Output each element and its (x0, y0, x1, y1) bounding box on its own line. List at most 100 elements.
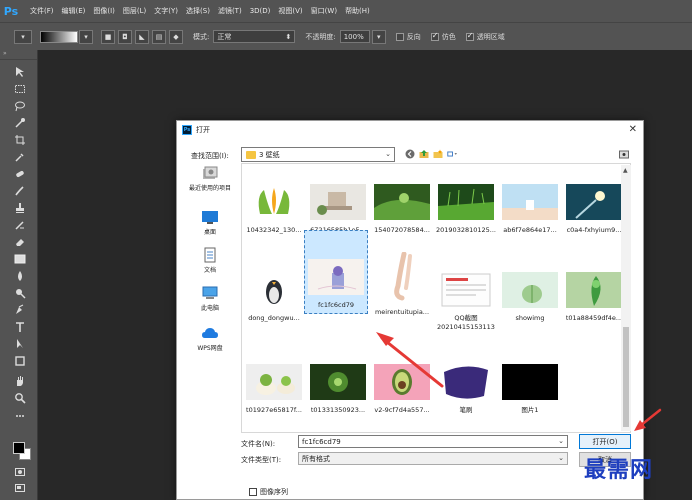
image-sequence-checkbox[interactable] (249, 488, 257, 496)
up-folder-icon[interactable] (419, 149, 429, 159)
filename-input[interactable]: fc1fc6cd79 ⌄ (298, 435, 568, 448)
menu-help[interactable]: 帮助(H) (345, 6, 370, 16)
mode-value: 正常 (217, 32, 232, 41)
dialog-title-bar[interactable]: Ps 打开 ✕ (177, 121, 643, 139)
move-tool-icon[interactable] (14, 66, 26, 78)
menu-filter[interactable]: 滤镜(T) (218, 6, 242, 16)
file-item[interactable]: dong_dongwu... (242, 272, 306, 323)
mode-select[interactable]: 正常 ⬍ (213, 30, 296, 43)
file-item[interactable]: 2019032810125... (434, 184, 498, 235)
view-menu-icon[interactable] (447, 149, 463, 159)
screen-mode-icon[interactable] (14, 482, 26, 494)
tools-collapse-icon[interactable]: » (0, 50, 37, 60)
pen-tool-icon[interactable] (14, 304, 26, 316)
image-sequence-option[interactable]: 图像序列 (249, 487, 288, 497)
reflected-gradient-icon[interactable]: ▤ (152, 29, 166, 44)
open-button[interactable]: 打开(O) (579, 434, 631, 449)
file-item[interactable]: showimg (498, 272, 562, 323)
menu-layer[interactable]: 图层(L) (123, 6, 146, 16)
file-item[interactable]: c0a4-fxhyium9... (562, 184, 626, 235)
blur-tool-icon[interactable] (14, 270, 26, 282)
more-tools-icon[interactable] (14, 410, 26, 422)
clone-stamp-tool-icon[interactable] (14, 202, 26, 214)
zoom-tool-icon[interactable] (14, 392, 26, 404)
file-item[interactable]: t01a88459df4e... (562, 272, 626, 323)
shape-tool-icon[interactable] (14, 355, 26, 367)
file-item-selected[interactable]: fc1fc6cd79 (304, 230, 368, 314)
history-brush-tool-icon[interactable] (14, 219, 26, 231)
file-item[interactable]: QQ截图 20210415153113 (434, 272, 498, 332)
place-label: 文档 (203, 267, 216, 274)
diamond-gradient-icon[interactable]: ◆ (169, 29, 183, 44)
crop-tool-icon[interactable] (14, 134, 26, 146)
menu-select[interactable]: 选择(S) (186, 6, 210, 16)
look-in-select[interactable]: 3 壁纸 ⌄ (241, 147, 395, 162)
place-this-pc[interactable]: 此电脑 (181, 285, 239, 312)
dither-checkbox[interactable] (430, 31, 439, 41)
filetype-select[interactable]: 所有格式 ⌄ (298, 452, 568, 465)
place-label: 桌面 (203, 229, 216, 236)
scroll-up-icon[interactable]: ▲ (623, 167, 628, 174)
linear-gradient-icon[interactable]: ■ (101, 29, 115, 44)
file-name: 图片1 (521, 406, 539, 414)
tool-preset-picker[interactable]: ▾ (14, 29, 32, 44)
new-folder-icon[interactable] (433, 149, 443, 159)
quick-select-tool-icon[interactable] (14, 117, 26, 129)
file-item[interactable]: 图片1 (498, 364, 562, 415)
menu-3d[interactable]: 3D(D) (250, 7, 271, 15)
menu-file[interactable]: 文件(F) (30, 6, 54, 16)
menu-edit[interactable]: 编辑(E) (62, 6, 86, 16)
file-thumbnail (246, 272, 302, 308)
back-icon[interactable] (405, 149, 415, 159)
healing-brush-tool-icon[interactable] (14, 168, 26, 180)
lasso-tool-icon[interactable] (14, 100, 26, 112)
file-name: 笔刷 (459, 406, 473, 414)
opacity-input[interactable]: 100% (339, 30, 370, 43)
dialog-title: 打开 (196, 126, 210, 134)
file-item[interactable]: 笔刷 (434, 364, 498, 415)
file-item[interactable]: 10432342_130... (242, 184, 306, 235)
look-in-value: 3 壁纸 (259, 150, 280, 159)
file-item[interactable]: ab6f7e864e17... (498, 184, 562, 235)
opacity-dropdown-icon[interactable]: ▾ (371, 29, 386, 44)
file-item[interactable]: t01927e65817f... (242, 364, 306, 415)
radial-gradient-icon[interactable]: ◘ (118, 29, 132, 44)
place-wps-cloud[interactable]: WPS网盘 (181, 325, 239, 352)
dodge-tool-icon[interactable] (14, 287, 26, 299)
gradient-swatch[interactable] (40, 30, 78, 43)
file-grid-scrollbar[interactable]: ▲ (621, 165, 631, 431)
hand-tool-icon[interactable] (14, 375, 26, 387)
menu-image[interactable]: 图像(I) (93, 6, 115, 16)
transparency-checkbox[interactable] (465, 31, 474, 41)
image-sequence-label: 图像序列 (260, 488, 288, 496)
file-thumbnail (374, 364, 430, 400)
file-item[interactable]: meirentuitupia... (370, 251, 434, 317)
eraser-tool-icon[interactable] (14, 236, 26, 248)
file-item[interactable]: 154072078584... (370, 184, 434, 235)
gradient-dropdown-icon[interactable]: ▾ (79, 29, 93, 44)
place-documents[interactable]: 文档 (181, 247, 239, 274)
angle-gradient-icon[interactable]: ◣ (135, 29, 149, 44)
path-selection-tool-icon[interactable] (14, 338, 26, 350)
menu-view[interactable]: 视图(V) (278, 6, 302, 16)
file-item[interactable]: v2-9cf7d4a557... (370, 364, 434, 415)
menu-type[interactable]: 文字(Y) (154, 6, 178, 16)
file-item[interactable]: 67216585b1e5... (306, 184, 370, 235)
file-item[interactable]: t01331350923... (306, 364, 370, 415)
menu-window[interactable]: 窗口(W) (311, 6, 337, 16)
marquee-tool-icon[interactable] (14, 83, 26, 95)
gradient-tool-icon[interactable] (14, 253, 26, 265)
eyedropper-tool-icon[interactable] (14, 151, 26, 163)
preview-icon[interactable] (619, 149, 629, 159)
scrollbar-thumb[interactable] (623, 327, 629, 427)
chevron-down-icon[interactable]: ⌄ (558, 437, 564, 445)
close-icon[interactable]: ✕ (629, 124, 637, 136)
place-desktop[interactable]: 桌面 (181, 209, 239, 236)
place-recent[interactable]: 最近使用的项目 (181, 165, 239, 192)
type-tool-icon[interactable] (14, 321, 26, 333)
reverse-checkbox[interactable] (395, 32, 404, 41)
tools-panel: » (0, 50, 38, 500)
foreground-color-swatch[interactable] (13, 442, 25, 454)
quick-mask-icon[interactable] (14, 466, 26, 478)
brush-tool-icon[interactable] (14, 185, 26, 197)
